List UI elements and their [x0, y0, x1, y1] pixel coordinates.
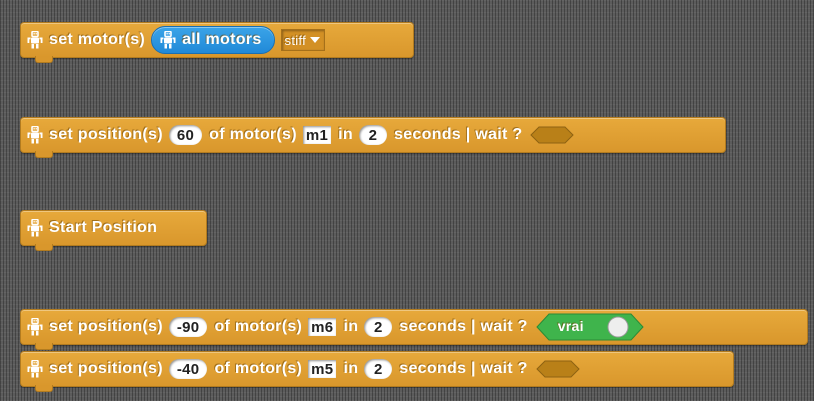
position-input[interactable]: -40	[168, 359, 208, 379]
robot-icon	[27, 318, 43, 336]
seconds-wait-label: seconds | wait ?	[399, 318, 528, 335]
set-position-block[interactable]: set position(s) -40 of motor(s) m5 in 2 …	[20, 351, 734, 392]
position-input[interactable]: -90	[168, 317, 208, 337]
boolean-shape	[536, 313, 644, 341]
in-label: in	[343, 318, 359, 335]
of-motors-label: of motor(s)	[214, 360, 303, 377]
set-position-block[interactable]: set position(s) 60 of motor(s) m1 in 2 s…	[20, 117, 726, 158]
wait-boolean-slot[interactable]	[530, 126, 575, 144]
robot-icon	[27, 219, 43, 237]
of-motors-label: of motor(s)	[214, 318, 303, 335]
set-motors-block[interactable]: set motor(s) all motors stiff	[20, 22, 414, 63]
dropdown-arrow-icon	[310, 37, 321, 43]
motor-name-input[interactable]: m1	[302, 126, 332, 144]
boolean-value-label: vrai	[557, 318, 584, 334]
block-label: set position(s)	[49, 360, 163, 377]
in-label: in	[338, 126, 353, 143]
seconds-input[interactable]: 2	[364, 359, 393, 379]
wait-boolean-true[interactable]: vrai	[536, 313, 644, 341]
seconds-input[interactable]: 2	[364, 317, 393, 337]
block-label: set position(s)	[49, 126, 163, 143]
stiffness-dropdown[interactable]: stiff	[280, 29, 326, 51]
seconds-input[interactable]: 2	[358, 125, 387, 145]
of-motors-label: of motor(s)	[209, 126, 297, 143]
robot-icon	[27, 360, 43, 378]
set-position-block[interactable]: set position(s) -90 of motor(s) m6 in 2 …	[20, 309, 808, 350]
block-label: Start Position	[49, 219, 158, 236]
motor-name-input[interactable]: m6	[308, 318, 337, 336]
seconds-wait-label: seconds | wait ?	[393, 126, 523, 143]
robot-icon	[27, 31, 43, 49]
position-input[interactable]: 60	[168, 125, 203, 145]
reporter-label: all motors	[182, 31, 262, 48]
in-label: in	[343, 360, 359, 377]
motor-name-input[interactable]: m5	[308, 360, 337, 378]
block-label: set position(s)	[49, 318, 163, 335]
robot-icon	[27, 126, 43, 144]
block-label: set motor(s)	[49, 31, 146, 48]
wait-boolean-slot[interactable]	[535, 360, 580, 378]
robot-icon	[160, 31, 176, 49]
start-position-block[interactable]: Start Position	[20, 210, 207, 251]
all-motors-reporter[interactable]: all motors	[151, 26, 275, 54]
dropdown-value: stiff	[284, 32, 307, 48]
seconds-wait-label: seconds | wait ?	[399, 360, 528, 377]
